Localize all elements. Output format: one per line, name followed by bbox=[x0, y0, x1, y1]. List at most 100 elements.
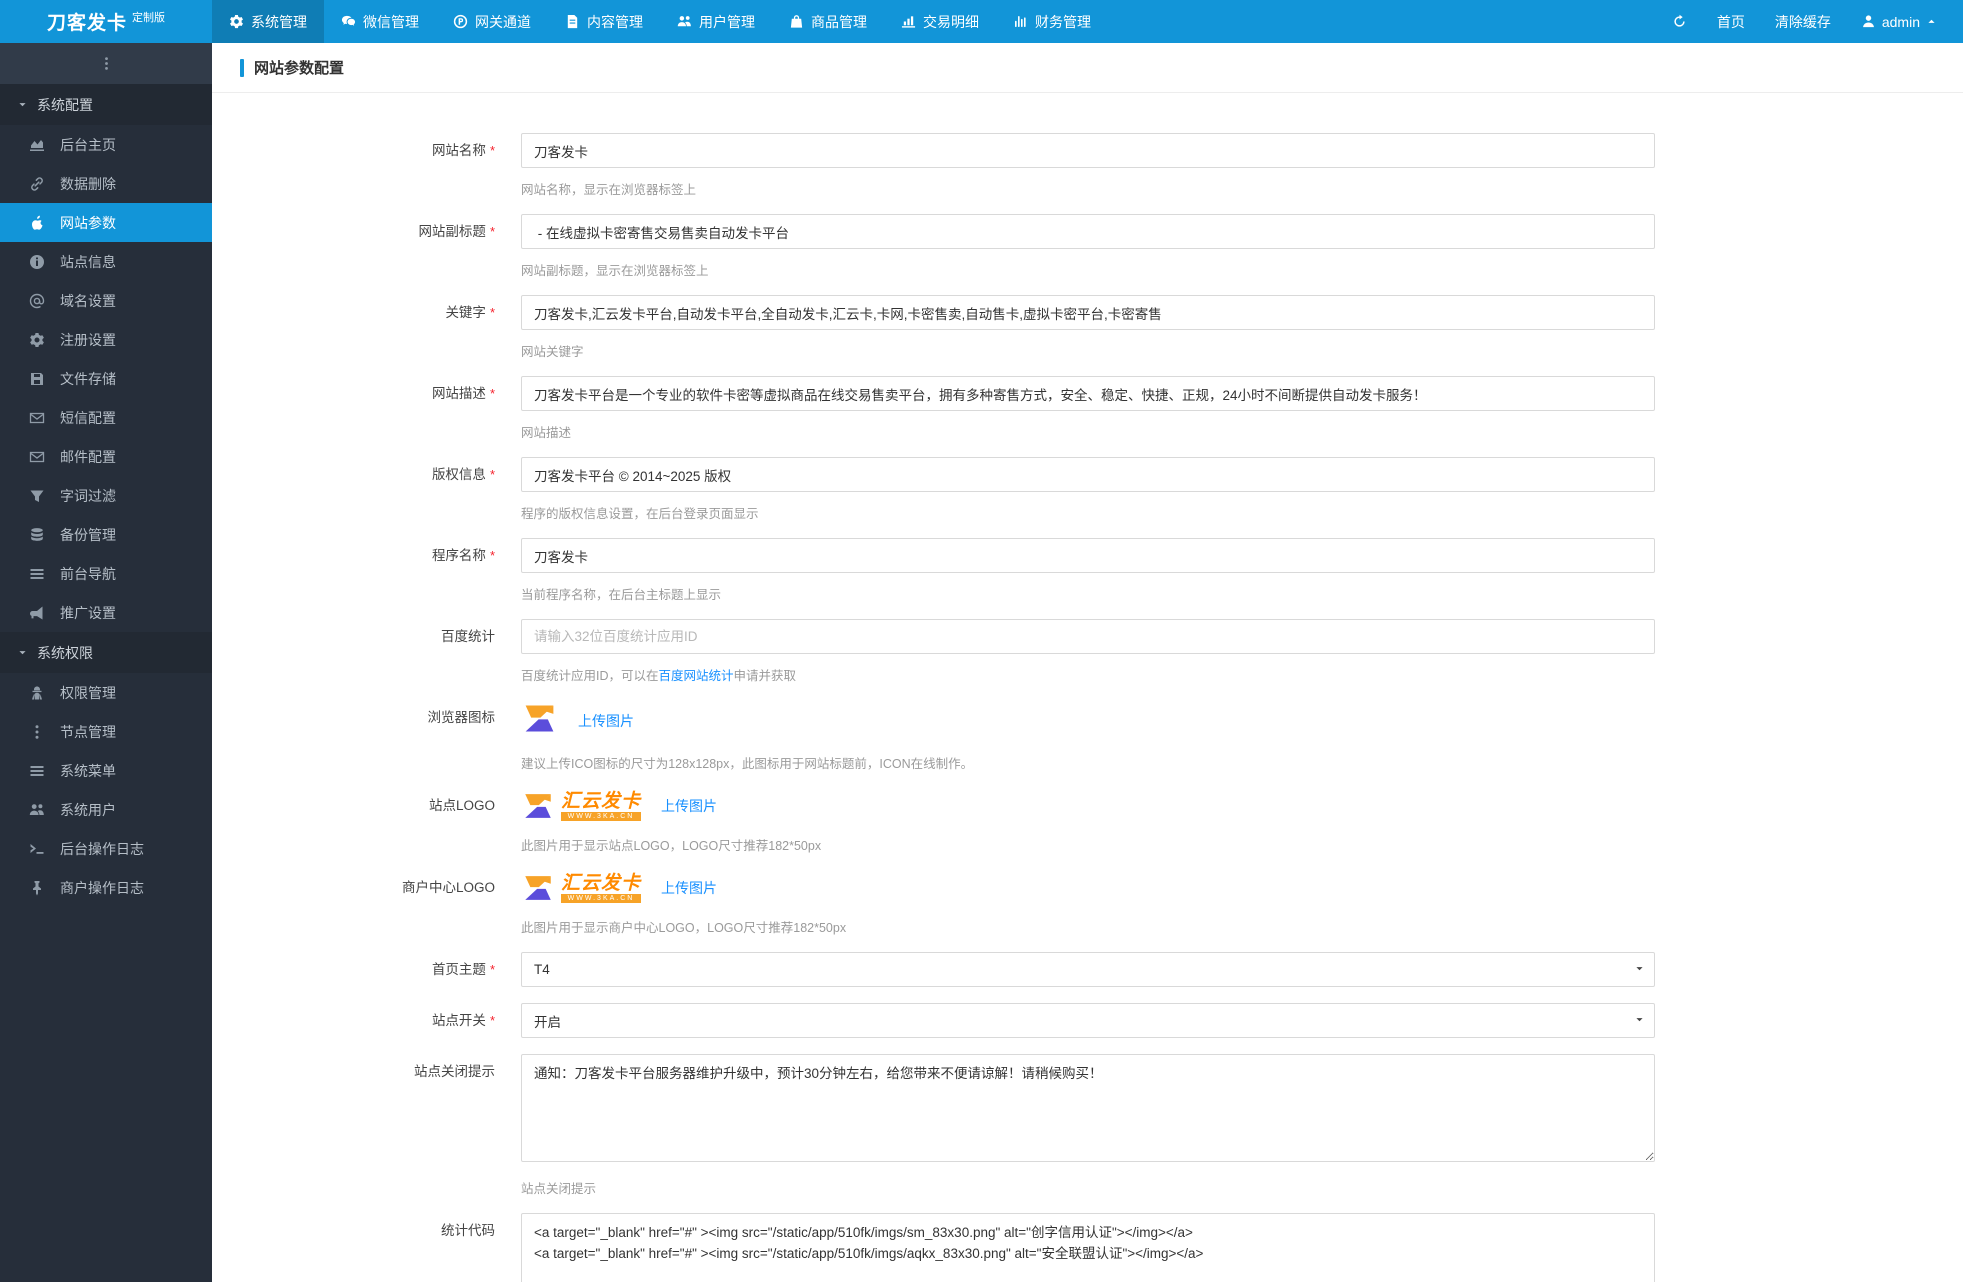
sidebar-item-domain-settings[interactable]: 域名设置 bbox=[0, 281, 212, 320]
field-row-site-logo: 站点LOGO汇云发卡WWW.3KA.CN上传图片此图片用于显示站点LOGO，LO… bbox=[212, 788, 1963, 854]
sidebar-collapse-toggle[interactable] bbox=[0, 43, 212, 84]
finance-wave-icon bbox=[1013, 14, 1028, 29]
sidebar: 系统配置后台主页数据删除网站参数站点信息域名设置注册设置文件存储短信配置邮件配置… bbox=[0, 43, 212, 1282]
sidebar-item-promotion-settings[interactable]: 推广设置 bbox=[0, 593, 212, 632]
at-sign-icon bbox=[28, 293, 45, 309]
sidebar-item-system-menu[interactable]: 系统菜单 bbox=[0, 751, 212, 790]
field-home-theme-select[interactable]: T4 bbox=[521, 952, 1655, 987]
field-baidu-stats-input[interactable] bbox=[521, 619, 1655, 654]
field-copyright-input[interactable] bbox=[521, 457, 1655, 492]
terminal-icon bbox=[28, 841, 45, 857]
sidebar-menu: 系统配置后台主页数据删除网站参数站点信息域名设置注册设置文件存储短信配置邮件配置… bbox=[0, 84, 212, 907]
field-row-site-name: 网站名称*网站名称，显示在浏览器标签上 bbox=[212, 133, 1963, 198]
user-menu[interactable]: admin bbox=[1861, 14, 1937, 30]
topnav-transaction-detail[interactable]: 交易明细 bbox=[884, 0, 996, 43]
field-label-site-close-tip: 站点关闭提示 bbox=[212, 1054, 495, 1089]
sidebar-item-label: 字词过滤 bbox=[60, 486, 116, 506]
sidebar-item-label: 商户操作日志 bbox=[60, 878, 144, 898]
field-merchant-logo-upload-link[interactable]: 上传图片 bbox=[661, 878, 717, 898]
topnav-label: 系统管理 bbox=[251, 12, 307, 32]
field-label-site-subtitle: 网站副标题* bbox=[212, 214, 495, 249]
select-value: T4 bbox=[534, 962, 550, 977]
topnav-system-management[interactable]: 系统管理 bbox=[212, 0, 324, 43]
topnav-wechat-management[interactable]: 微信管理 bbox=[324, 0, 436, 43]
sidebar-item-node-management[interactable]: 节点管理 bbox=[0, 712, 212, 751]
bar-chart-icon bbox=[901, 14, 916, 29]
site-logo-name: 汇云发卡 bbox=[561, 874, 641, 894]
field-stats-code-textarea[interactable] bbox=[521, 1213, 1655, 1282]
topnav-label: 商品管理 bbox=[811, 12, 867, 32]
sidebar-item-merchant-operation-log[interactable]: 商户操作日志 bbox=[0, 868, 212, 907]
topnav-goods-management[interactable]: 商品管理 bbox=[772, 0, 884, 43]
settings-form: 网站名称*网站名称，显示在浏览器标签上网站副标题* 网站副标题，显示在浏览器标签上… bbox=[212, 93, 1963, 1282]
field-browser-icon-upload-link[interactable]: 上传图片 bbox=[578, 711, 634, 731]
sidebar-item-mail-config[interactable]: 邮件配置 bbox=[0, 437, 212, 476]
field-keywords-input[interactable] bbox=[521, 295, 1655, 330]
sidebar-item-file-storage[interactable]: 文件存储 bbox=[0, 359, 212, 398]
topnav-label: 微信管理 bbox=[363, 12, 419, 32]
home-link[interactable]: 首页 bbox=[1717, 12, 1745, 32]
sidebar-item-label: 权限管理 bbox=[60, 683, 116, 703]
sidebar-item-admin-operation-log[interactable]: 后台操作日志 bbox=[0, 829, 212, 868]
field-help-keywords: 网站关键字 bbox=[521, 344, 1963, 360]
sidebar-item-sms-config[interactable]: 短信配置 bbox=[0, 398, 212, 437]
field-help-site-subtitle: 网站副标题，显示在浏览器标签上 bbox=[521, 263, 1963, 279]
topnav-finance-management[interactable]: 财务管理 bbox=[996, 0, 1108, 43]
sidebar-item-register-settings[interactable]: 注册设置 bbox=[0, 320, 212, 359]
field-site-description-input[interactable] bbox=[521, 376, 1655, 411]
page-title: 网站参数配置 bbox=[254, 57, 344, 78]
field-program-name-input[interactable] bbox=[521, 538, 1655, 573]
field-site-close-tip-textarea[interactable] bbox=[521, 1054, 1655, 1162]
sidebar-item-label: 系统菜单 bbox=[60, 761, 116, 781]
field-site-logo-upload-link[interactable]: 上传图片 bbox=[661, 796, 717, 816]
topnav-label: 用户管理 bbox=[699, 12, 755, 32]
help-text: 百度统计应用ID，可以在 bbox=[521, 669, 659, 683]
sidebar-item-backup-management[interactable]: 备份管理 bbox=[0, 515, 212, 554]
caret-up-icon bbox=[1926, 16, 1937, 27]
sidebar-item-front-nav[interactable]: 前台导航 bbox=[0, 554, 212, 593]
sidebar-item-site-params[interactable]: 网站参数 bbox=[0, 203, 212, 242]
sidebar-item-backend-home[interactable]: 后台主页 bbox=[0, 125, 212, 164]
field-label-text: 商户中心LOGO bbox=[402, 880, 495, 895]
info-circle-icon bbox=[28, 254, 45, 270]
field-help-baidu-stats: 百度统计应用ID，可以在百度网站统计申请并获取 bbox=[521, 668, 1963, 684]
field-label-text: 站点LOGO bbox=[429, 798, 495, 813]
field-row-site-close-tip: 站点关闭提示站点关闭提示 bbox=[212, 1054, 1963, 1197]
site-logo-text: 汇云发卡WWW.3KA.CN bbox=[561, 792, 641, 821]
sidebar-section-system-config[interactable]: 系统配置 bbox=[0, 84, 212, 125]
sidebar-item-label: 后台操作日志 bbox=[60, 839, 144, 859]
topnav-user-management[interactable]: 用户管理 bbox=[660, 0, 772, 43]
page-title-row: 网站参数配置 bbox=[212, 43, 1963, 93]
field-site-switch-select[interactable]: 开启 bbox=[521, 1003, 1655, 1038]
clear-cache-link[interactable]: 清除缓存 bbox=[1775, 12, 1831, 32]
field-label-text: 版权信息 bbox=[432, 467, 486, 482]
thumbtack-icon bbox=[28, 880, 45, 896]
ellipsis-v-icon bbox=[28, 724, 45, 740]
gateway-p-icon bbox=[453, 14, 468, 29]
topnav-gateway-channel[interactable]: 网关通道 bbox=[436, 0, 548, 43]
sidebar-item-data-delete[interactable]: 数据删除 bbox=[0, 164, 212, 203]
main-content: 网站参数配置 网站名称*网站名称，显示在浏览器标签上网站副标题* 网站副标题，显示… bbox=[212, 43, 1963, 1282]
topnav-label: 交易明细 bbox=[923, 12, 979, 32]
field-baidu-stats-help-link[interactable]: 百度网站统计 bbox=[659, 669, 734, 683]
topnav-label: 内容管理 bbox=[587, 12, 643, 32]
sidebar-item-permission-management[interactable]: 权限管理 bbox=[0, 673, 212, 712]
field-row-program-name: 程序名称*当前程序名称，在后台主标题上显示 bbox=[212, 538, 1963, 603]
sidebar-item-word-filter[interactable]: 字词过滤 bbox=[0, 476, 212, 515]
field-site-name-input[interactable] bbox=[521, 133, 1655, 168]
users-icon bbox=[677, 14, 692, 29]
field-row-stats-code: 统计代码 bbox=[212, 1213, 1963, 1282]
sidebar-item-system-users[interactable]: 系统用户 bbox=[0, 790, 212, 829]
field-help-site-description: 网站描述 bbox=[521, 425, 1963, 441]
brand-badge: 定制版 bbox=[132, 9, 165, 25]
refresh-icon[interactable] bbox=[1672, 14, 1687, 29]
sidebar-section-system-permission[interactable]: 系统权限 bbox=[0, 632, 212, 673]
sidebar-section-label: 系统配置 bbox=[37, 95, 93, 115]
field-row-site-subtitle: 网站副标题* 网站副标题，显示在浏览器标签上 bbox=[212, 214, 1963, 279]
caret-down-icon bbox=[1634, 1014, 1645, 1025]
field-label-text: 关键字 bbox=[445, 305, 486, 320]
field-site-subtitle-input[interactable] bbox=[521, 214, 1655, 249]
topnav-content-management[interactable]: 内容管理 bbox=[548, 0, 660, 43]
caret-down-icon bbox=[1634, 963, 1645, 974]
sidebar-item-site-info[interactable]: 站点信息 bbox=[0, 242, 212, 281]
